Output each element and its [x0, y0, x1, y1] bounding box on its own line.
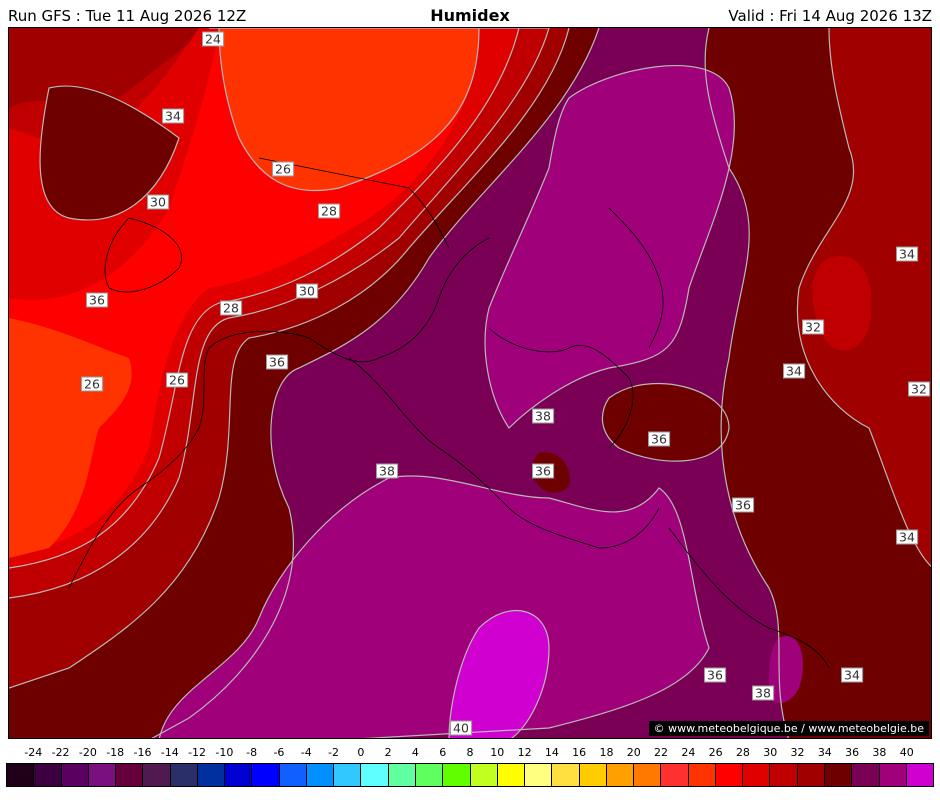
legend-swatch: [525, 764, 553, 786]
legend-swatch: [197, 764, 226, 786]
legend-tick: -14: [160, 746, 179, 759]
contour-label: 38: [752, 685, 774, 701]
legend-tick: 16: [572, 746, 587, 759]
legend-tick: 22: [654, 746, 669, 759]
legend-tick: 40: [899, 746, 914, 759]
legend-swatch: [279, 764, 307, 786]
contour-label: 38: [532, 408, 554, 424]
contour-label: 26: [272, 161, 294, 177]
legend-swatch: [634, 764, 662, 786]
legend-tick: -6: [273, 746, 285, 759]
contour-label: 36: [266, 354, 288, 370]
legend-swatch: [688, 764, 716, 786]
contour-label: 34: [841, 667, 863, 683]
legend-tick: -10: [215, 746, 234, 759]
contour-label: 32: [802, 319, 824, 335]
legend-tick: 32: [790, 746, 805, 759]
legend-tick: -12: [188, 746, 207, 759]
contour-label: 36: [86, 292, 108, 308]
legend-swatch: [170, 764, 198, 786]
humidex-map: 24 34 26 30 28 36 30 28 26 26 36 38 36 3…: [8, 27, 932, 739]
legend-tick: 18: [599, 746, 614, 759]
legend-swatch: [552, 764, 580, 786]
legend-swatch: [797, 764, 825, 786]
contour-label: 24: [202, 31, 224, 47]
legend-swatch: [470, 764, 498, 786]
legend-swatch: [388, 764, 416, 786]
legend-swatch: [415, 764, 444, 786]
legend-swatch: [7, 764, 35, 786]
legend-swatch: [306, 764, 335, 786]
legend-swatch: [879, 764, 907, 786]
legend-swatch: [497, 764, 526, 786]
contour-label: 36: [732, 497, 754, 513]
legend-tick: 26: [708, 746, 723, 759]
legend-tick: -18: [106, 746, 125, 759]
legend-swatch: [252, 764, 280, 786]
legend-tick: -20: [78, 746, 97, 759]
legend-swatch: [361, 764, 389, 786]
contour-label: 36: [648, 431, 670, 447]
legend-swatch: [116, 764, 144, 786]
legend-tick: -24: [24, 746, 43, 759]
contour-label: 30: [296, 283, 318, 299]
legend-tick: 30: [763, 746, 778, 759]
legend-tick: 0: [357, 746, 365, 759]
legend-tick: -2: [328, 746, 339, 759]
valid-time-label: Valid : Fri 14 Aug 2026 13Z: [728, 7, 932, 25]
contour-label: 28: [318, 203, 340, 219]
contour-label: 34: [162, 108, 184, 124]
contour-label: 26: [81, 376, 103, 392]
contour-label: 38: [376, 463, 398, 479]
legend-tick: 20: [626, 746, 641, 759]
contour-label: 30: [147, 194, 169, 210]
legend-tick: 34: [817, 746, 832, 759]
legend-swatch: [852, 764, 880, 786]
legend-tick: -16: [133, 746, 152, 759]
legend-tick: 4: [411, 746, 419, 759]
legend-swatch: [61, 764, 89, 786]
legend-swatch: [606, 764, 635, 786]
legend-tick: 2: [384, 746, 392, 759]
legend-swatch: [579, 764, 607, 786]
legend-tick: 10: [490, 746, 505, 759]
contour-label: 28: [220, 300, 242, 316]
legend-swatch: [661, 764, 689, 786]
legend-swatch: [34, 764, 62, 786]
legend-swatch: [906, 764, 934, 786]
legend-swatch: [334, 764, 362, 786]
contour-label: 32: [908, 381, 930, 397]
legend-tick: 38: [872, 746, 887, 759]
contour-label: 40: [450, 720, 472, 736]
map-canvas: [9, 28, 931, 738]
copyright-notice: © www.meteobelgique.be / www.meteobelgie…: [648, 721, 929, 736]
legend-tick: -8: [246, 746, 258, 759]
contour-label: 34: [896, 529, 918, 545]
contour-label: 36: [704, 667, 726, 683]
color-scale-legend: [6, 763, 934, 787]
contour-label: 26: [166, 372, 188, 388]
legend-swatch: [743, 764, 771, 786]
legend-tick: 24: [681, 746, 696, 759]
legend-swatch: [225, 764, 253, 786]
legend-swatch: [143, 764, 171, 786]
contour-label: 36: [532, 463, 554, 479]
legend-tick: 6: [439, 746, 447, 759]
legend-swatch: [88, 764, 117, 786]
legend-tick: 14: [544, 746, 559, 759]
legend-tick: -22: [51, 746, 70, 759]
contour-label: 34: [783, 363, 805, 379]
legend-tick: 36: [845, 746, 860, 759]
legend-tick-labels: -24 -22 -20 -18 -16 -14 -12 -10 -8 -6 -4 -2 0 2 4 6 8 10 1…: [6, 746, 934, 762]
legend-tick: 12: [517, 746, 532, 759]
legend-tick: 8: [466, 746, 474, 759]
legend-swatch: [770, 764, 798, 786]
contour-label: 34: [896, 246, 918, 262]
legend-swatch: [715, 764, 744, 786]
legend-swatch: [824, 764, 853, 786]
legend-tick: -4: [300, 746, 312, 759]
legend-swatch: [443, 764, 471, 786]
legend-tick: 28: [735, 746, 750, 759]
